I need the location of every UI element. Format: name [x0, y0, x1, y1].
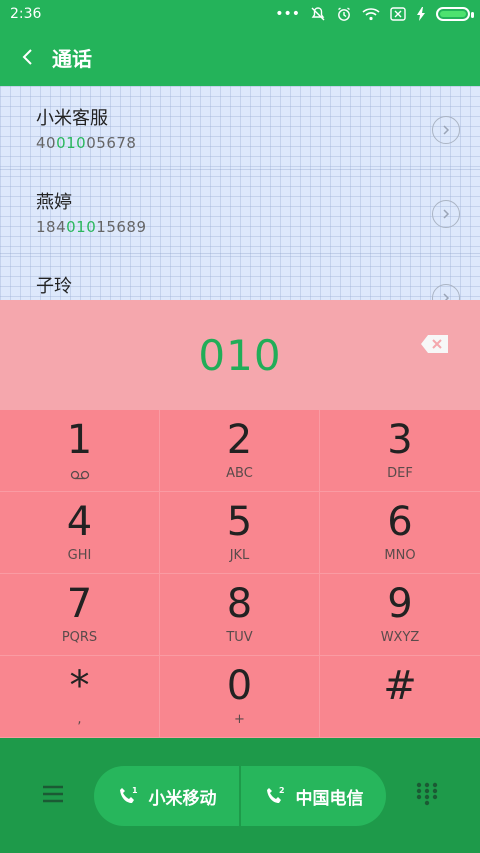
alarm-icon [336, 6, 352, 22]
svg-text:2: 2 [279, 786, 285, 795]
key-8[interactable]: 8 TUV [160, 574, 320, 656]
key-1[interactable]: 1 [0, 410, 160, 492]
chevron-right-icon[interactable] [432, 284, 460, 300]
dial-keypad: 1 2 ABC 3 DEF 4 GHI 5 JKL 6 MNO 7 PQRS 8… [0, 410, 480, 738]
more-dots: ••• [275, 6, 300, 22]
bell-off-icon [310, 6, 326, 22]
phone-icon: 2 [264, 785, 286, 807]
key-0[interactable]: 0 + [160, 656, 320, 738]
key-7[interactable]: 7 PQRS [0, 574, 160, 656]
backspace-icon[interactable] [420, 334, 450, 354]
svg-text:1: 1 [132, 786, 138, 795]
key-2[interactable]: 2 ABC [160, 410, 320, 492]
key-hash[interactable]: # [320, 656, 480, 738]
contact-number: 4001005678 [36, 134, 137, 152]
chevron-left-icon[interactable] [18, 47, 38, 67]
contact-name: 子玲 [36, 276, 72, 297]
list-item[interactable]: 小米客服 4001005678 [0, 86, 480, 170]
sim-x-icon [390, 7, 406, 21]
key-5[interactable]: 5 JKL [160, 492, 320, 574]
voicemail-icon [70, 469, 90, 479]
wifi-icon [362, 7, 380, 21]
call-sim1-button[interactable]: 1 小米移动 [94, 766, 239, 826]
list-item[interactable]: 子玲 [0, 254, 480, 300]
contact-name: 燕婷 [36, 192, 72, 213]
status-time: 2:36 [10, 6, 42, 22]
sim2-label: 中国电信 [295, 788, 364, 809]
status-icons: ••• [275, 6, 474, 22]
dial-input-display: 010 [0, 300, 480, 410]
lightning-icon [416, 7, 426, 21]
chevron-right-icon[interactable] [432, 200, 460, 228]
status-bar: 2:36 ••• [0, 0, 480, 28]
contact-suggestion-list: 小米客服 4001005678 燕婷 18401015689 子玲 [0, 86, 480, 300]
contact-number: 18401015689 [36, 218, 147, 236]
dialed-number: 010 [198, 330, 282, 380]
list-item[interactable]: 燕婷 18401015689 [0, 170, 480, 254]
bottom-bar: 1 小米移动 2 中国电信 [0, 738, 480, 853]
key-star[interactable]: * , [0, 656, 160, 738]
battery-icon [436, 7, 474, 21]
call-sim2-button[interactable]: 2 中国电信 [241, 766, 386, 826]
chevron-right-icon[interactable] [432, 116, 460, 144]
sim-call-buttons: 1 小米移动 2 中国电信 [94, 766, 386, 826]
phone-icon: 1 [117, 785, 139, 807]
menu-icon[interactable] [42, 785, 64, 803]
dialpad-icon[interactable] [416, 782, 438, 806]
app-bar: 通话 [0, 28, 480, 86]
contact-name: 小米客服 [36, 108, 108, 129]
sim1-label: 小米移动 [148, 788, 217, 809]
key-9[interactable]: 9 WXYZ [320, 574, 480, 656]
key-4[interactable]: 4 GHI [0, 492, 160, 574]
key-6[interactable]: 6 MNO [320, 492, 480, 574]
key-3[interactable]: 3 DEF [320, 410, 480, 492]
page-title: 通话 [52, 46, 92, 71]
